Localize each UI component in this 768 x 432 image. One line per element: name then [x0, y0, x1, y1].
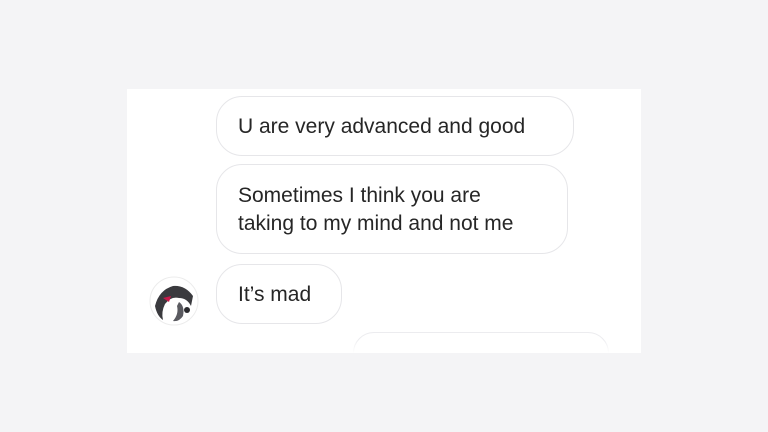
message-bubble[interactable]: U are very advanced and good — [216, 96, 574, 156]
scroll-fade — [127, 339, 641, 353]
message-text: taking to my mind and not me — [238, 212, 514, 235]
message-bubble[interactable]: Sometimes I think you are taking to my m… — [216, 164, 568, 254]
message-bubble[interactable]: It’s mad — [216, 264, 342, 324]
message-text: Sometimes I think you are — [238, 184, 481, 207]
message-text: It’s mad — [238, 283, 312, 306]
message-text: U are very advanced and good — [238, 115, 526, 138]
avatar-image — [149, 276, 199, 326]
chat-thread: U are very advanced and good Sometimes I… — [127, 89, 641, 353]
sender-avatar[interactable] — [149, 276, 199, 326]
